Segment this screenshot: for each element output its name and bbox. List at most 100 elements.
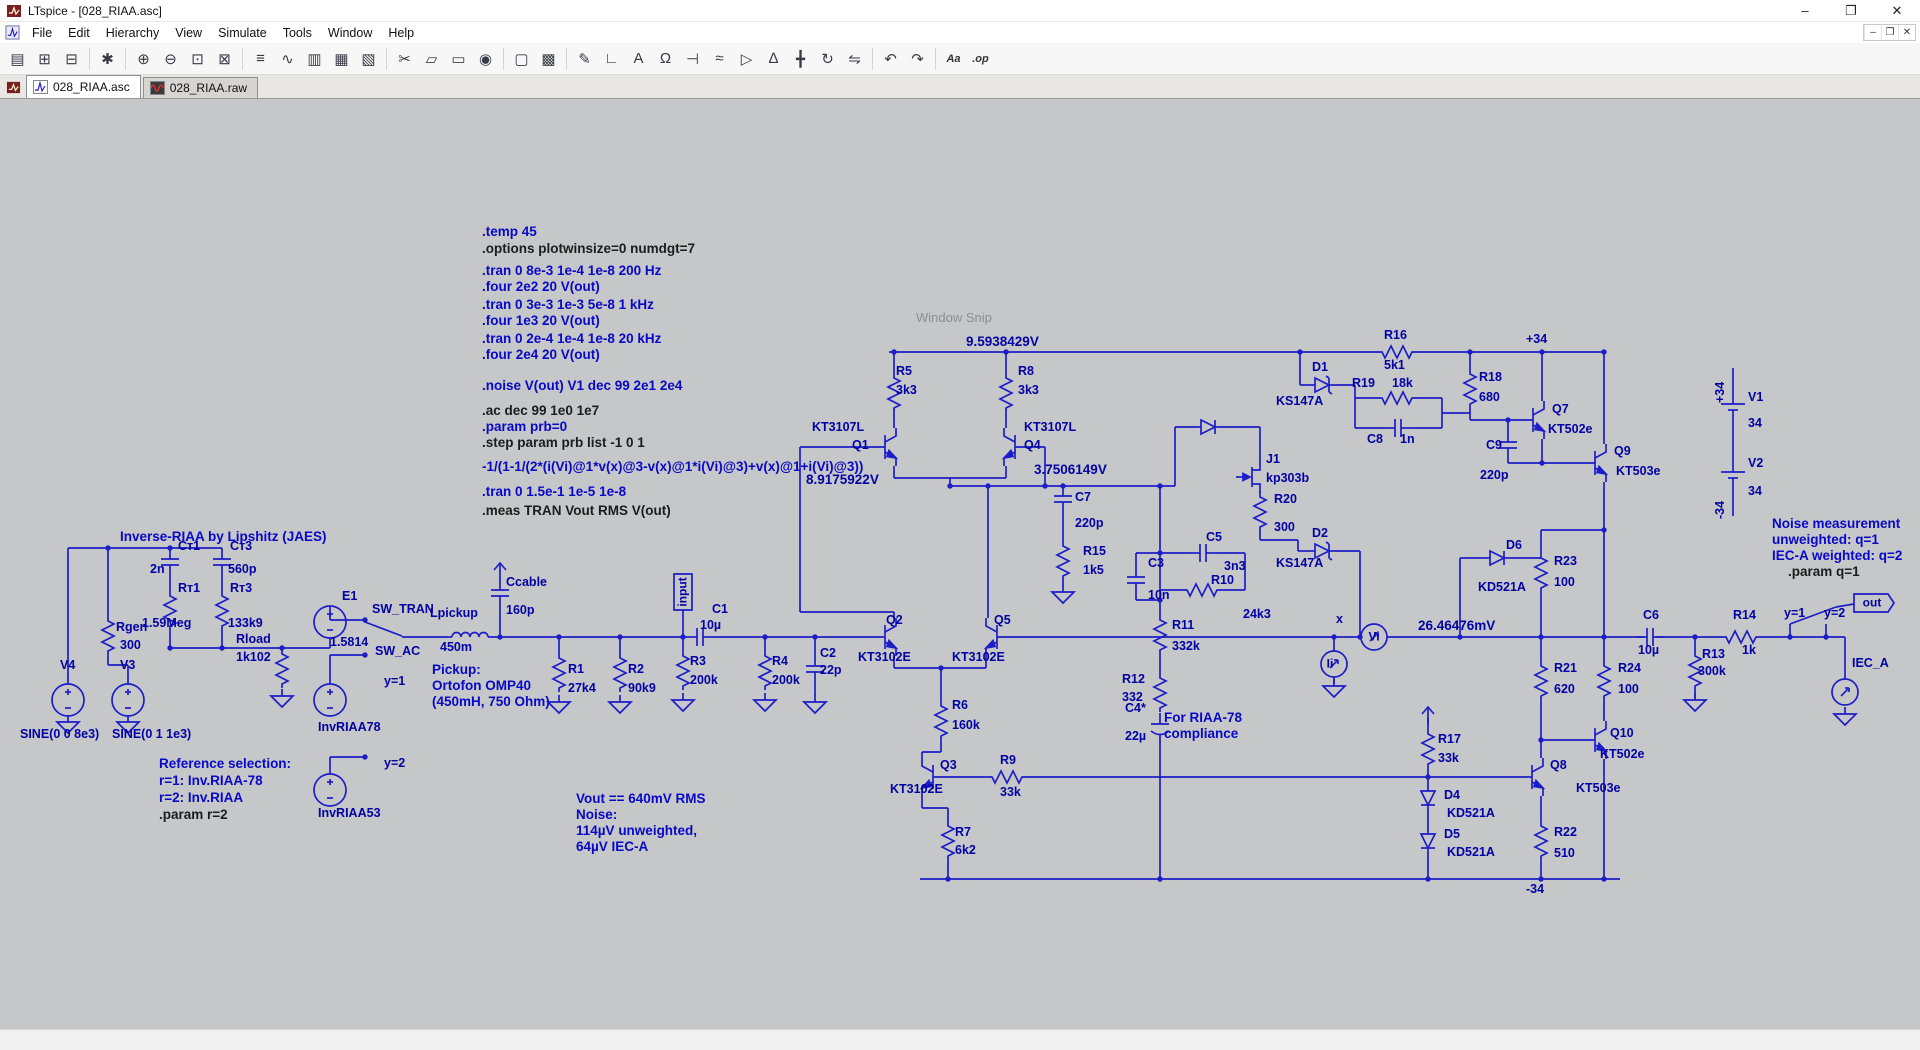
schematic-label: R12 (1122, 672, 1145, 686)
component-button[interactable]: ∆ (760, 46, 787, 72)
minimize-button[interactable]: – (1782, 0, 1828, 21)
spice-netlist-button[interactable]: ≡ (247, 46, 274, 72)
vsrc-symbol (111, 683, 145, 717)
save-button[interactable]: ⊟ (58, 46, 85, 72)
schematic-canvas[interactable]: .temp 45 .options plotwinsize=0 numdgt=7.… (0, 99, 1920, 1029)
text-button[interactable]: Aa (940, 46, 967, 72)
schematic-label: +34 (1713, 381, 1727, 403)
zen-symbol (1309, 375, 1335, 395)
move-button[interactable]: ╋ (787, 46, 814, 72)
menu-tools[interactable]: Tools (275, 24, 320, 42)
junction-dot (1787, 634, 1793, 640)
waveform-viewer-button[interactable]: ∿ (274, 46, 301, 72)
draw-wire-button[interactable]: ∟ (598, 46, 625, 72)
mdi-restore-button[interactable]: ❐ (1881, 25, 1898, 40)
tab-028_RIAA.asc[interactable]: 028_RIAA.asc (26, 75, 141, 98)
menu-window[interactable]: Window (320, 24, 380, 42)
schematic-label: Rт1 (178, 581, 201, 595)
junction-dot (1601, 527, 1607, 533)
undo-button[interactable]: ↶ (877, 46, 904, 72)
menu-help[interactable]: Help (380, 24, 422, 42)
capacitor-button[interactable]: ⊣ (679, 46, 706, 72)
redo-button[interactable]: ↷ (904, 46, 931, 72)
net-label-button[interactable]: A (625, 46, 652, 72)
schematic-label: .tran 0 8e-3 1e-4 1e-8 200 Hz (482, 263, 662, 278)
paste-button[interactable]: ▭ (445, 46, 472, 72)
window-title: LTspice - [028_RIAA.asc] (28, 3, 162, 18)
schematic-label: Pickup: (432, 662, 481, 677)
menu-hierarchy[interactable]: Hierarchy (98, 24, 168, 42)
cascade-button[interactable]: ▧ (355, 46, 382, 72)
tile-vertical-button[interactable]: ▥ (301, 46, 328, 72)
schematic-label: SW_AC (375, 644, 421, 658)
rotate-button[interactable]: ↻ (814, 46, 841, 72)
flag-symbol (1421, 705, 1435, 724)
spice-directive-button[interactable]: .op (967, 46, 994, 72)
schematic-label: 1k (1742, 643, 1756, 657)
schematic-label: C3 (1148, 556, 1164, 570)
open-file-button[interactable]: ⊞ (31, 46, 58, 72)
tab-028_RIAA.raw[interactable]: 028_RIAA.raw (142, 77, 259, 98)
find-button[interactable]: ◉ (472, 46, 499, 72)
schematic-label: Window Snip (916, 310, 992, 325)
schematic-label: 64µV IEC-A (576, 839, 649, 854)
schematic-label: Cт1 (178, 539, 201, 553)
junction-dot (362, 754, 368, 760)
restore-button[interactable]: ❐ (1828, 0, 1874, 21)
junction-dot (945, 876, 951, 882)
mdi-close-button[interactable]: ✕ (1898, 25, 1915, 40)
junction-dot (947, 483, 953, 489)
schematic-label: KT3102E (890, 782, 943, 796)
menu-simulate[interactable]: Simulate (210, 24, 275, 42)
schematic-label: .noise V(out) V1 dec 99 2e1 2e4 (482, 378, 683, 393)
junction-dot (1003, 349, 1009, 355)
schematic-label: Q8 (1550, 758, 1567, 772)
vsrc-symbol (313, 773, 347, 807)
close-button[interactable]: ✕ (1874, 0, 1920, 21)
res-symbol (998, 372, 1014, 412)
pan-button[interactable]: ⊠ (211, 46, 238, 72)
schematic-label: 680 (1479, 390, 1500, 404)
dio-symbol (1484, 549, 1510, 567)
schematic-label: y=1 (1784, 606, 1806, 620)
schematic-label: 3.7506149V (1034, 462, 1107, 477)
control-panel-button[interactable]: ✱ (94, 46, 121, 72)
inductor-button[interactable]: ≈ (706, 46, 733, 72)
zoom-out-button[interactable]: ⊖ (157, 46, 184, 72)
menu-view[interactable]: View (167, 24, 210, 42)
junction-dot (985, 483, 991, 489)
mdi-minimize-button[interactable]: – (1864, 25, 1881, 40)
schematic-label: .options plotwinsize=0 numdgt=7 (482, 241, 696, 256)
schematic-label: 3k3 (1018, 383, 1039, 397)
schematic-label: .param q=1 (1788, 564, 1860, 579)
new-schematic-button[interactable]: ▤ (4, 46, 31, 72)
schematic-label: 22p (820, 663, 842, 677)
cut-button[interactable]: ✂ (391, 46, 418, 72)
dio-symbol (1195, 418, 1221, 436)
mirror-button[interactable]: ⇋ (841, 46, 868, 72)
gnd-symbol (1049, 585, 1077, 605)
schematic-label: C8 (1367, 432, 1383, 446)
schematic-label: Q1 (852, 438, 869, 452)
junction-dot (1157, 483, 1163, 489)
toolbar-separator (503, 47, 504, 70)
diode-button[interactable]: ▷ (733, 46, 760, 72)
edit-button[interactable]: ✎ (571, 46, 598, 72)
flag-symbol (493, 561, 507, 580)
gnd-symbol (1681, 693, 1709, 713)
print-button[interactable]: ▩ (535, 46, 562, 72)
zoom-in-button[interactable]: ⊕ (130, 46, 157, 72)
schematic-label: R19 (1352, 376, 1375, 390)
zoom-full-extents-button[interactable]: ⊡ (184, 46, 211, 72)
menu-edit[interactable]: Edit (60, 24, 98, 42)
tile-horizontal-button[interactable]: ▦ (328, 46, 355, 72)
schematic-label: Noise: (576, 807, 618, 822)
schematic-drawing (51, 344, 1896, 882)
menu-file[interactable]: File (24, 24, 60, 42)
junction-dot (362, 617, 368, 623)
copy-button[interactable]: ▱ (418, 46, 445, 72)
resistor-button[interactable]: Ω (652, 46, 679, 72)
schematic-label: R22 (1554, 825, 1577, 839)
print-preview-button[interactable]: ▢ (508, 46, 535, 72)
npn-symbol (1514, 758, 1546, 796)
